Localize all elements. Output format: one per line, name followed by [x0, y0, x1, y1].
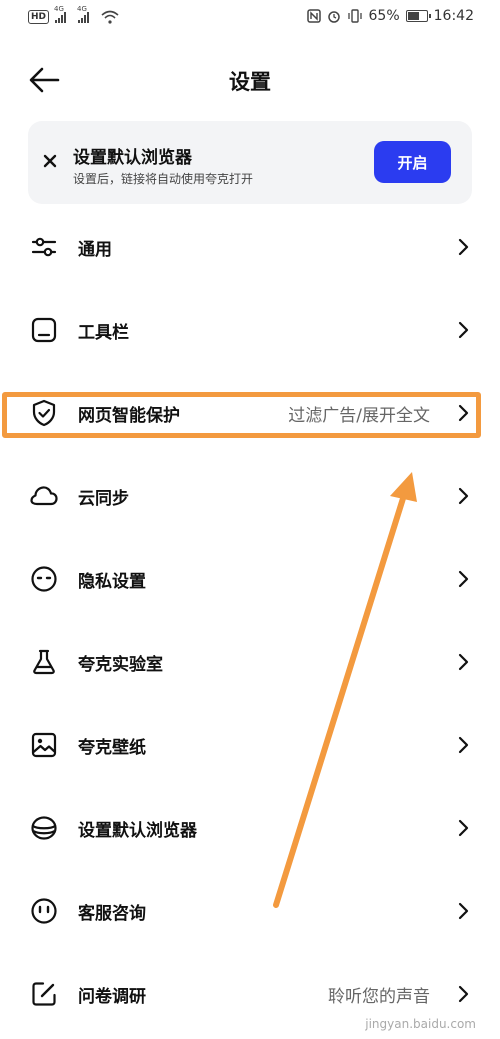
chevron-right-icon — [458, 570, 469, 588]
alarm-icon — [327, 11, 340, 23]
enable-button[interactable]: 开启 — [374, 141, 451, 183]
network-type-2: 4G — [77, 5, 87, 13]
shield-check-icon — [32, 399, 56, 427]
chevron-right-icon — [458, 487, 469, 505]
chevron-right-icon — [458, 653, 469, 671]
clock: 16:42 — [433, 8, 474, 24]
settings-item-label: 设置默认浏览器 — [78, 821, 197, 841]
sliders-icon — [31, 237, 57, 257]
image-icon — [31, 732, 57, 758]
database-icon — [31, 816, 57, 840]
status-bar: HD 4G 4G 65% 16:42 — [0, 0, 500, 38]
settings-item-default-browser[interactable]: 设置默认浏览器 — [0, 786, 500, 869]
header: 设置 — [0, 50, 500, 110]
flask-icon — [33, 649, 55, 675]
settings-item-label: 通用 — [78, 240, 112, 260]
chevron-right-icon — [458, 902, 469, 920]
wifi-icon — [101, 10, 119, 24]
status-left: HD 4G 4G — [28, 5, 119, 24]
settings-item-label: 工具栏 — [78, 323, 129, 343]
settings-item-value: 聆听您的声音 — [328, 987, 430, 1007]
battery-icon — [405, 10, 431, 22]
settings-item-label: 问卷调研 — [78, 987, 146, 1007]
close-icon[interactable] — [40, 151, 60, 171]
settings-item-customer-service[interactable]: 客服咨询 — [0, 869, 500, 952]
chevron-right-icon — [458, 819, 469, 837]
settings-item-label: 云同步 — [78, 489, 129, 509]
settings-item-wallpaper[interactable]: 夸克壁纸 — [0, 703, 500, 786]
settings-item-cloud-sync[interactable]: 云同步 — [0, 454, 500, 537]
hd-badge: HD — [28, 10, 50, 24]
banner-title: 设置默认浏览器 — [73, 148, 192, 168]
cloud-icon — [30, 486, 58, 506]
smile-icon — [31, 898, 57, 924]
battery-percent: 65% — [368, 8, 400, 24]
chevron-right-icon — [458, 736, 469, 754]
signal-icon-2: 4G — [77, 5, 90, 23]
banner-subtitle: 设置后，链接将自动使用夸克打开 — [73, 172, 254, 186]
default-browser-banner: 设置默认浏览器 设置后，链接将自动使用夸克打开 开启 — [28, 121, 472, 204]
page-title: 设置 — [229, 70, 271, 94]
settings-item-label: 隐私设置 — [78, 572, 146, 592]
settings-item-label: 夸克实验室 — [78, 655, 163, 675]
privacy-face-icon — [31, 566, 57, 592]
watermark: jingyan.baidu.com — [365, 1017, 476, 1031]
settings-item-label: 客服咨询 — [78, 904, 146, 924]
settings-item-web-protection[interactable]: 网页智能保护 过滤广告/展开全文 — [0, 371, 500, 454]
network-type: 4G — [54, 5, 64, 13]
toolbar-icon — [31, 317, 57, 343]
chevron-right-icon — [458, 238, 469, 256]
settings-item-label: 夸克壁纸 — [78, 738, 146, 758]
vibrate-icon — [347, 9, 362, 23]
settings-item-value: 过滤广告/展开全文 — [288, 406, 430, 426]
settings-item-toolbar[interactable]: 工具栏 — [0, 288, 500, 371]
settings-item-lab[interactable]: 夸克实验室 — [0, 620, 500, 703]
status-right: 65% 16:42 — [306, 8, 474, 24]
settings-item-privacy[interactable]: 隐私设置 — [0, 537, 500, 620]
chevron-right-icon — [458, 321, 469, 339]
chevron-right-icon — [458, 404, 469, 422]
edit-icon — [32, 982, 56, 1006]
nfc-icon — [306, 9, 321, 23]
settings-item-general[interactable]: 通用 — [0, 205, 500, 288]
signal-icon: 4G — [54, 5, 67, 23]
chevron-right-icon — [458, 985, 469, 1003]
settings-item-label: 网页智能保护 — [78, 406, 180, 426]
